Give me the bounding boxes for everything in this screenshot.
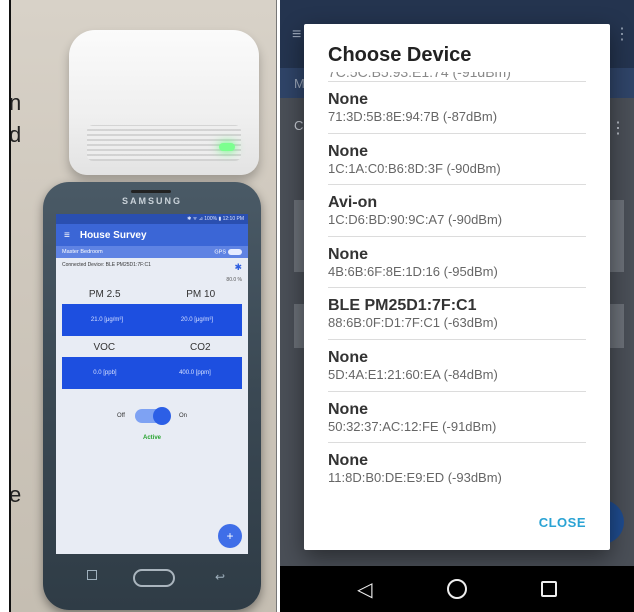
list-item[interactable]: BLE PM25D1:7F:C1 88:6B:0F:D1:7F:C1 (-63d… (328, 288, 586, 340)
mini-value: 400.0 [ppm] (179, 370, 211, 376)
mini-app-title: House Survey (79, 229, 147, 241)
mini-label: CO2 (189, 342, 211, 353)
mini-metric-heads: PM 2.5 PM 10 (56, 289, 248, 300)
gps-toggle (228, 248, 242, 255)
air-quality-sensor (69, 30, 259, 175)
mini-add-icon: + (218, 524, 242, 548)
dialog-title: Choose Device (328, 44, 472, 66)
more-icon: ⋮ (610, 120, 626, 137)
device-list[interactable]: 7C:5C:B5:93:E1:74 (-91dBm) None 71:3D:5B… (304, 72, 610, 484)
device-address: 5D:4A:E1:21:60:EA (-84dBm) (328, 366, 498, 382)
content-letter: C (294, 118, 304, 133)
list-item[interactable]: None 71:3D:5B:8E:94:7B (-87dBm) (328, 82, 586, 134)
device-name: None (328, 348, 368, 366)
mini-app-bar: ≡ House Survey (56, 224, 248, 246)
home-key (133, 569, 175, 587)
list-item[interactable]: Avi-on 1C:D6:BD:90:9C:A7 (-90dBm) (328, 185, 586, 237)
device-address: 88:6B:0F:D1:7F:C1 (-63dBm) (328, 315, 498, 331)
device-address: 1C:1A:C0:B6:8D:3F (-90dBm) (328, 160, 501, 176)
mini-switch (134, 407, 171, 425)
mini-label: VOC (93, 342, 116, 353)
device-name: None (328, 245, 368, 263)
list-item[interactable]: None 50:32:37:AC:12:FE (-91dBm) (328, 392, 586, 444)
choose-device-dialog: Choose Device 7C:5C:B5:93:E1:74 (-91dBm)… (304, 24, 610, 550)
mini-label: PM 2.5 (88, 289, 121, 300)
device-address: 7C:5C:B5:93:E1:74 (-91dBm) (328, 72, 511, 80)
list-item[interactable]: None 5D:4A:E1:21:60:EA (-84dBm) (328, 340, 586, 392)
mini-connected-row: Connected Device: BLE PM25D1:7F:C1 ✱ (56, 258, 248, 277)
device-address: 50:32:37:AC:12:FE (-91dBm) (328, 418, 497, 434)
list-item[interactable]: None 4B:6B:6F:8E:1D:16 (-95dBm) (328, 237, 586, 289)
device-address: 11:8D:B0:DE:E9:ED (-93dBm) (328, 470, 502, 484)
sensor-grill (87, 125, 241, 161)
mini-label: PM 10 (186, 289, 216, 300)
device-name: None (328, 452, 368, 470)
mini-active-status: Active (142, 435, 161, 441)
more-icon[interactable]: ⋮ (614, 24, 630, 44)
phone-brand: SAMSUNG (121, 196, 182, 206)
mini-room-row: Master Bedroom GPS (56, 246, 248, 258)
mini-value: 20.0 [μg/m³] (180, 317, 214, 323)
mini-on-label: On (178, 413, 187, 419)
mini-connected-device: Connected Device: BLE PM25D1:7F:C1 (62, 262, 151, 268)
mini-value: 21.0 [μg/m³] (90, 317, 124, 323)
android-nav-bar: ◁ (280, 566, 634, 612)
list-item[interactable]: None 11:8D:B0:DE:E9:ED (-93dBm) (328, 443, 586, 484)
menu-icon[interactable]: ≡ (292, 26, 301, 44)
edge-letter: d (9, 122, 22, 147)
phone-speaker (131, 190, 171, 193)
recent-key-icon (87, 570, 97, 580)
edge-letter: n (9, 90, 22, 115)
mini-room-name: Master Bedroom (62, 249, 103, 255)
device-photo: n d e SAMSUNG ✱ ᯤ ⊿ 100% ▮ 12:10 PM ≡ Ho… (9, 0, 277, 612)
mini-gps: GPS (214, 248, 242, 255)
mini-value: 0.0 [ppb] (93, 370, 117, 376)
device-name: None (328, 400, 368, 418)
device-address: 71:3D:5B:8E:94:7B (-87dBm) (328, 109, 498, 124)
bluetooth-icon: ✱ (234, 262, 242, 272)
mini-value-box: 0.0 [ppb] 400.0 [ppm] (62, 357, 242, 389)
app-screenshot: ≡ ⋮ M C ⋮ Choose Device 7C:5C:B5:93:E1:7… (280, 0, 634, 612)
menu-icon: ≡ (64, 229, 70, 241)
list-item[interactable]: 7C:5C:B5:93:E1:74 (-91dBm) (328, 72, 586, 82)
mini-value-box: 21.0 [μg/m³] 20.0 [μg/m³] (62, 304, 242, 336)
device-address: 4B:6B:6F:8E:1D:16 (-95dBm) (328, 263, 498, 279)
home-icon[interactable] (446, 579, 467, 599)
close-button[interactable]: CLOSE (539, 515, 586, 530)
mini-switch-row: Off On (56, 407, 248, 425)
device-name: None (328, 91, 368, 108)
mini-status-bar: ✱ ᯤ ⊿ 100% ▮ 12:10 PM (56, 214, 248, 224)
mini-off-label: Off (117, 413, 125, 419)
device-address: 1C:D6:BD:90:9C:A7 (-90dBm) (328, 212, 503, 228)
device-name: Avi-on (328, 194, 378, 212)
mini-metric-heads: VOC CO2 (56, 342, 248, 353)
edge-letter: e (9, 482, 22, 507)
mini-percentage: 80.0 % (226, 277, 242, 283)
list-item[interactable]: None 1C:1A:C0:B6:8D:3F (-90dBm) (328, 134, 586, 186)
device-name: None (328, 142, 368, 160)
back-key-icon: ↩ (215, 570, 226, 584)
sensor-led (219, 143, 235, 151)
recents-icon[interactable] (540, 581, 557, 597)
device-name: BLE PM25D1:7F:C1 (328, 297, 477, 315)
phone-screen: ✱ ᯤ ⊿ 100% ▮ 12:10 PM ≡ House Survey Mas… (56, 214, 248, 554)
back-icon[interactable]: ◁ (357, 577, 372, 602)
phone-photo: SAMSUNG ✱ ᯤ ⊿ 100% ▮ 12:10 PM ≡ House Su… (43, 182, 261, 610)
